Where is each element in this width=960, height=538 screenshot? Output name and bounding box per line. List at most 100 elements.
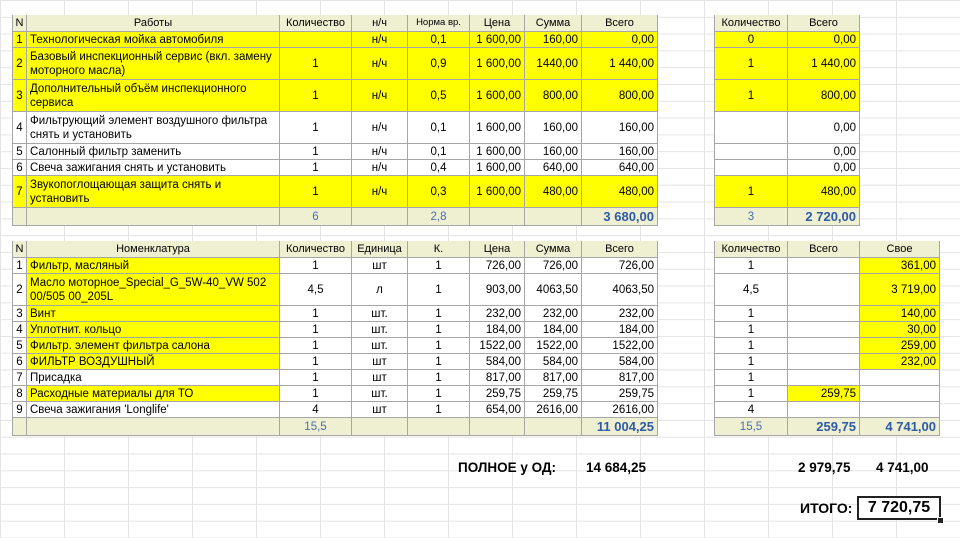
work-name[interactable]: Свеча зажигания снять и установить xyxy=(27,160,280,176)
qty-cell[interactable]: 1 xyxy=(280,306,352,322)
header-sum[interactable]: Сумма xyxy=(525,15,582,32)
qty-cell[interactable]: 4,5 xyxy=(714,274,788,306)
own-cell[interactable]: 30,00 xyxy=(860,322,940,338)
work-name[interactable]: Технологическая мойка автомобиля xyxy=(27,32,280,48)
sum-cell[interactable]: 1440,00 xyxy=(525,48,582,80)
item-name[interactable]: Присадка xyxy=(27,370,280,386)
qty-cell[interactable]: 1 xyxy=(280,48,352,80)
row-number[interactable]: 3 xyxy=(12,80,27,112)
totals-qty[interactable]: 6 xyxy=(280,208,352,226)
total-cell[interactable]: 800,00 xyxy=(582,80,658,112)
item-name[interactable]: Винт xyxy=(27,306,280,322)
row-number[interactable]: 4 xyxy=(12,112,27,144)
qty-cell[interactable]: 4 xyxy=(280,402,352,418)
total-cell[interactable]: 480,00 xyxy=(788,176,860,208)
qty-cell[interactable] xyxy=(714,160,788,176)
unit-cell[interactable]: шт xyxy=(352,258,408,274)
qty-cell[interactable]: 4,5 xyxy=(280,274,352,306)
qty-cell[interactable]: 1 xyxy=(280,144,352,160)
row-number[interactable]: 4 xyxy=(12,322,27,338)
qty-cell[interactable]: 1 xyxy=(714,354,788,370)
row-number[interactable]: 1 xyxy=(12,32,27,48)
row-number[interactable]: 2 xyxy=(12,274,27,306)
k-cell[interactable]: 1 xyxy=(408,322,470,338)
header-k[interactable]: К. xyxy=(408,241,470,258)
qty-cell[interactable]: 1 xyxy=(714,258,788,274)
total-cell[interactable]: 232,00 xyxy=(582,306,658,322)
totals-price[interactable] xyxy=(470,418,525,436)
sum-cell[interactable]: 640,00 xyxy=(525,160,582,176)
own-cell[interactable]: 3 719,00 xyxy=(860,274,940,306)
qty-cell[interactable]: 1 xyxy=(280,386,352,402)
price-cell[interactable]: 726,00 xyxy=(470,258,525,274)
norm-cell[interactable]: 0,1 xyxy=(408,112,470,144)
totals-name[interactable] xyxy=(27,208,280,226)
qty-cell[interactable]: 1 xyxy=(714,306,788,322)
sum-cell[interactable]: 160,00 xyxy=(525,144,582,160)
price-cell[interactable]: 1 600,00 xyxy=(470,32,525,48)
total-cell[interactable]: 160,00 xyxy=(582,144,658,160)
totals-total[interactable]: 11 004,25 xyxy=(582,418,658,436)
totals-total[interactable]: 3 680,00 xyxy=(582,208,658,226)
totals-total[interactable]: 2 720,00 xyxy=(788,208,860,226)
total-cell[interactable] xyxy=(788,258,860,274)
row-number[interactable]: 9 xyxy=(12,402,27,418)
totals-n[interactable] xyxy=(12,418,27,436)
price-cell[interactable]: 584,00 xyxy=(470,354,525,370)
sum-cell[interactable]: 480,00 xyxy=(525,176,582,208)
price-cell[interactable]: 1 600,00 xyxy=(470,144,525,160)
header-qty[interactable]: Количество xyxy=(280,241,352,258)
qty-cell[interactable]: 1 xyxy=(714,370,788,386)
totals-own[interactable]: 4 741,00 xyxy=(860,418,940,436)
header-total-right[interactable]: Всего xyxy=(788,15,860,32)
total-cell[interactable] xyxy=(788,402,860,418)
total-cell[interactable]: 584,00 xyxy=(582,354,658,370)
total-cell[interactable]: 2616,00 xyxy=(582,402,658,418)
row-number[interactable]: 8 xyxy=(12,386,27,402)
k-cell[interactable]: 1 xyxy=(408,370,470,386)
qty-cell[interactable] xyxy=(714,144,788,160)
qty-cell[interactable]: 1 xyxy=(280,258,352,274)
price-cell[interactable]: 259,75 xyxy=(470,386,525,402)
qty-cell[interactable]: 1 xyxy=(280,160,352,176)
sum-cell[interactable]: 726,00 xyxy=(525,258,582,274)
sum-cell[interactable]: 232,00 xyxy=(525,306,582,322)
unit-cell[interactable]: н/ч xyxy=(352,112,408,144)
qty-cell[interactable]: 1 xyxy=(280,354,352,370)
unit-cell[interactable]: шт. xyxy=(352,322,408,338)
total-cell[interactable]: 0,00 xyxy=(582,32,658,48)
own-cell[interactable]: 259,00 xyxy=(860,338,940,354)
total-cell[interactable]: 817,00 xyxy=(582,370,658,386)
itogo-selected-cell[interactable]: 7 720,75 xyxy=(857,496,941,520)
unit-cell[interactable]: шт. xyxy=(352,306,408,322)
totals-qty[interactable]: 3 xyxy=(714,208,788,226)
own-cell[interactable] xyxy=(860,402,940,418)
total-cell[interactable] xyxy=(788,370,860,386)
totals-qty[interactable]: 15,5 xyxy=(714,418,788,436)
header-nomenclature[interactable]: Номенклатура xyxy=(27,241,280,258)
price-cell[interactable]: 1 600,00 xyxy=(470,48,525,80)
totals-name[interactable] xyxy=(27,418,280,436)
qty-cell[interactable]: 1 xyxy=(280,338,352,354)
total-cell[interactable]: 0,00 xyxy=(788,112,860,144)
unit-cell[interactable]: шт xyxy=(352,354,408,370)
unit-cell[interactable]: шт xyxy=(352,370,408,386)
totals-sum[interactable] xyxy=(525,418,582,436)
norm-cell[interactable]: 0,5 xyxy=(408,80,470,112)
item-name[interactable]: Фильтр, масляный xyxy=(27,258,280,274)
k-cell[interactable]: 1 xyxy=(408,274,470,306)
unit-cell[interactable]: шт. xyxy=(352,338,408,354)
qty-cell[interactable]: 0 xyxy=(714,32,788,48)
work-name[interactable]: Базовый инспекционный сервис (вкл. замен… xyxy=(27,48,280,80)
item-name[interactable]: Свеча зажигания 'Longlife' xyxy=(27,402,280,418)
row-number[interactable]: 2 xyxy=(12,48,27,80)
row-number[interactable]: 5 xyxy=(12,144,27,160)
price-cell[interactable]: 232,00 xyxy=(470,306,525,322)
totals-sum[interactable] xyxy=(525,208,582,226)
price-cell[interactable]: 1 600,00 xyxy=(470,160,525,176)
price-cell[interactable]: 903,00 xyxy=(470,274,525,306)
qty-cell[interactable]: 1 xyxy=(280,80,352,112)
sum-cell[interactable]: 184,00 xyxy=(525,322,582,338)
k-cell[interactable]: 1 xyxy=(408,402,470,418)
own-cell[interactable] xyxy=(860,370,940,386)
